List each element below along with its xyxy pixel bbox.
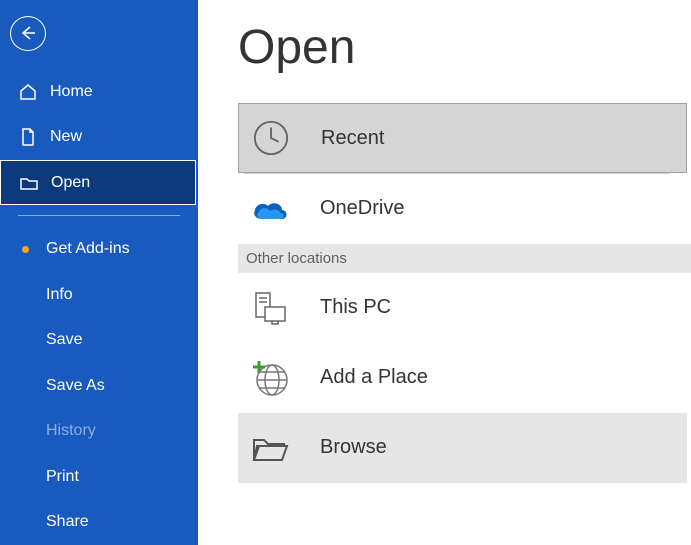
folder-open-icon [19, 173, 39, 193]
back-arrow-icon [18, 23, 38, 43]
page-title: Open [198, 20, 691, 75]
nav-open-label: Open [51, 174, 90, 192]
document-icon [18, 127, 38, 147]
nav-open[interactable]: Open [0, 160, 196, 206]
nav-home[interactable]: Home [0, 69, 198, 115]
browse-folder-icon [250, 428, 290, 468]
location-browse[interactable]: Browse [238, 413, 687, 483]
back-button[interactable] [10, 16, 46, 51]
clock-icon [251, 118, 291, 158]
home-icon [18, 82, 38, 102]
location-recent-label: Recent [321, 127, 384, 150]
nav-info[interactable]: Info [0, 272, 198, 318]
location-add-place-label: Add a Place [320, 366, 428, 389]
location-this-pc-label: This PC [320, 296, 391, 319]
nav-info-label: Info [46, 286, 73, 304]
main-panel: Open Recent OneDrive Other locations [198, 0, 691, 545]
location-add-place[interactable]: Add a Place [238, 343, 687, 413]
nav-new-label: New [50, 128, 82, 146]
nav-history: History [0, 408, 198, 454]
nav-get-addins[interactable]: Get Add-ins [0, 226, 198, 272]
nav-save-as[interactable]: Save As [0, 363, 198, 409]
nav-save-as-label: Save As [46, 377, 105, 395]
nav-save[interactable]: Save [0, 317, 198, 363]
nav-save-label: Save [46, 331, 82, 349]
location-recent[interactable]: Recent [238, 103, 687, 173]
add-place-icon [250, 358, 290, 398]
location-this-pc[interactable]: This PC [238, 273, 687, 343]
location-browse-label: Browse [320, 436, 387, 459]
addins-indicator-dot [22, 246, 29, 253]
nav-history-label: History [46, 422, 96, 440]
other-locations-header: Other locations [238, 244, 691, 273]
nav-share-label: Share [46, 513, 89, 531]
nav-print-label: Print [46, 468, 79, 486]
sidebar-separator [18, 215, 180, 216]
nav-print[interactable]: Print [0, 454, 198, 500]
location-onedrive[interactable]: OneDrive [238, 174, 687, 244]
nav-home-label: Home [50, 83, 93, 101]
nav-get-addins-label: Get Add-ins [46, 240, 130, 258]
this-pc-icon [250, 288, 290, 328]
location-onedrive-label: OneDrive [320, 197, 404, 220]
nav-share[interactable]: Share [0, 499, 198, 545]
nav-new[interactable]: New [0, 114, 198, 160]
onedrive-icon [250, 189, 290, 229]
sidebar: Home New Open Get Add-ins Info Save Save… [0, 0, 198, 545]
